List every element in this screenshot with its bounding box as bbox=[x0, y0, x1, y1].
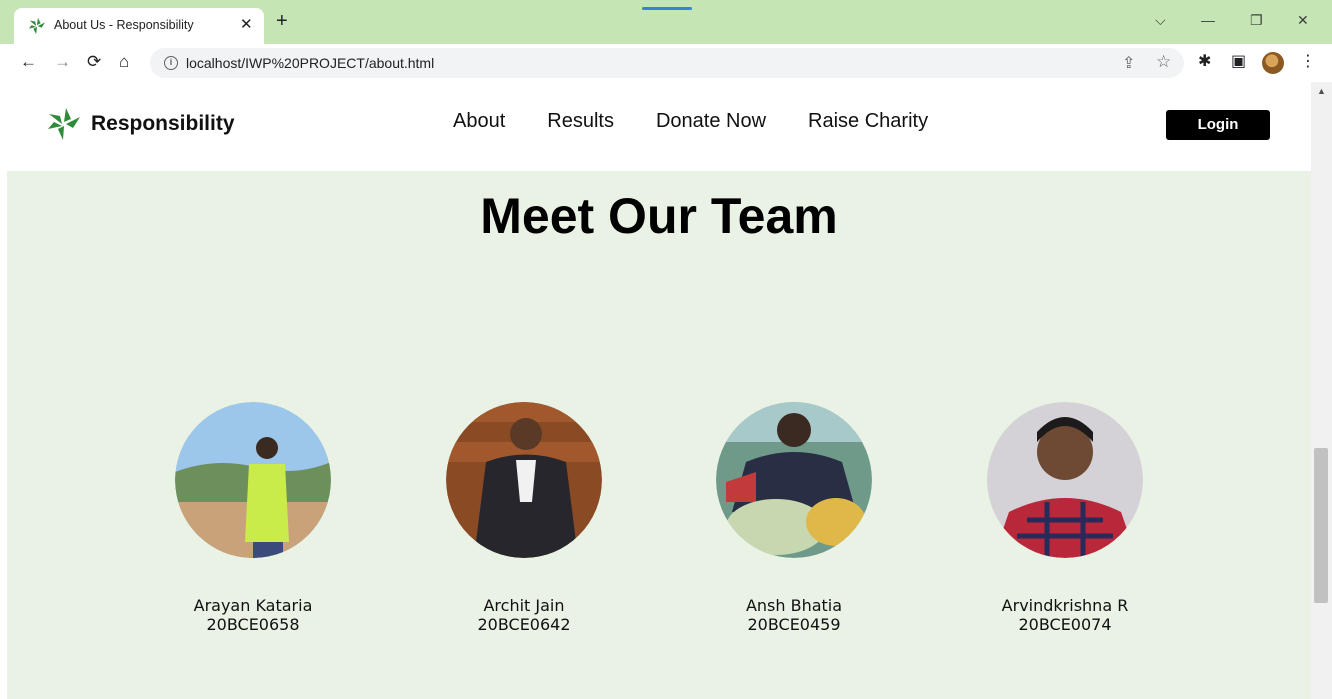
scroll-up-icon[interactable]: ▲ bbox=[1317, 86, 1326, 96]
close-window-button[interactable]: ✕ bbox=[1297, 12, 1309, 28]
browser-tab-active[interactable]: About Us - Responsibility ✕ bbox=[14, 8, 264, 44]
reload-button[interactable]: ⟳ bbox=[87, 52, 101, 72]
address-bar[interactable]: i localhost/IWP%20PROJECT/about.html ⇪ ☆ bbox=[150, 48, 1184, 78]
tab-title: About Us - Responsibility bbox=[54, 18, 194, 32]
share-icon[interactable]: ⇪ bbox=[1122, 53, 1135, 73]
member-photo bbox=[446, 402, 602, 558]
nav-link-results[interactable]: Results bbox=[547, 110, 614, 133]
nav-link-donate-now[interactable]: Donate Now bbox=[656, 110, 766, 133]
team-section: Meet Our Team Arayan Kataria 20BCE0658 A… bbox=[7, 171, 1311, 699]
member-name: Archit Jain bbox=[483, 596, 565, 615]
member-photo bbox=[716, 402, 872, 558]
brand-name: Responsibility bbox=[91, 112, 235, 135]
team-title: Meet Our Team bbox=[480, 188, 838, 244]
site-info-icon[interactable]: i bbox=[164, 56, 178, 70]
tab-search-icon[interactable]: ⌵ bbox=[1155, 12, 1166, 28]
brand[interactable]: Responsibility bbox=[47, 106, 235, 142]
bookmark-star-icon[interactable]: ☆ bbox=[1156, 52, 1171, 72]
browser-toolbar: ← → ⟳ ⌂ i localhost/IWP%20PROJECT/about.… bbox=[0, 44, 1332, 82]
extensions-icon[interactable]: ✱ bbox=[1198, 53, 1211, 71]
member-photo bbox=[175, 402, 331, 558]
team-member-card: Archit Jain 20BCE0642 bbox=[424, 402, 624, 635]
tab-close-icon[interactable]: ✕ bbox=[240, 15, 253, 33]
member-photo bbox=[987, 402, 1143, 558]
brand-logo-icon bbox=[48, 108, 80, 140]
minimize-button[interactable]: — bbox=[1201, 12, 1215, 28]
member-id: 20BCE0642 bbox=[477, 615, 571, 634]
tab-strip-indicator bbox=[642, 7, 692, 10]
member-id: 20BCE0074 bbox=[1018, 615, 1112, 634]
team-member-card: Arvindkrishna R 20BCE0074 bbox=[965, 402, 1165, 635]
browser-tab-strip: About Us - Responsibility ✕ + ⌵ — ❐ ✕ bbox=[0, 0, 1332, 44]
profile-avatar-icon[interactable] bbox=[1262, 52, 1284, 74]
url-text[interactable]: localhost/IWP%20PROJECT/about.html bbox=[186, 55, 434, 71]
new-tab-button[interactable]: + bbox=[276, 11, 288, 31]
login-button[interactable]: Login bbox=[1166, 110, 1270, 140]
scrollbar-thumb[interactable] bbox=[1314, 448, 1328, 603]
page-scrollbar[interactable]: ▲ bbox=[1311, 82, 1332, 699]
nav-link-raise-charity[interactable]: Raise Charity bbox=[808, 110, 928, 133]
site-favicon-icon bbox=[28, 17, 46, 35]
nav-link-about[interactable]: About bbox=[453, 110, 505, 133]
side-panel-icon[interactable]: ▣ bbox=[1231, 53, 1246, 71]
member-name: Arayan Kataria bbox=[193, 596, 313, 615]
home-button[interactable]: ⌂ bbox=[119, 52, 129, 72]
site-header: Responsibility About Results Donate Now … bbox=[7, 82, 1311, 171]
browser-menu-icon[interactable]: ⋮ bbox=[1300, 53, 1316, 71]
member-name: Ansh Bhatia bbox=[745, 596, 843, 615]
team-member-card: Arayan Kataria 20BCE0658 bbox=[153, 402, 353, 635]
member-id: 20BCE0459 bbox=[747, 615, 841, 634]
restore-button[interactable]: ❐ bbox=[1250, 12, 1263, 28]
forward-button[interactable]: → bbox=[54, 52, 71, 72]
team-member-card: Ansh Bhatia 20BCE0459 bbox=[694, 402, 894, 635]
member-name: Arvindkrishna R bbox=[1001, 596, 1129, 615]
member-id: 20BCE0658 bbox=[206, 615, 300, 634]
main-nav: About Results Donate Now Raise Charity bbox=[453, 110, 970, 133]
back-button[interactable]: ← bbox=[20, 52, 37, 72]
